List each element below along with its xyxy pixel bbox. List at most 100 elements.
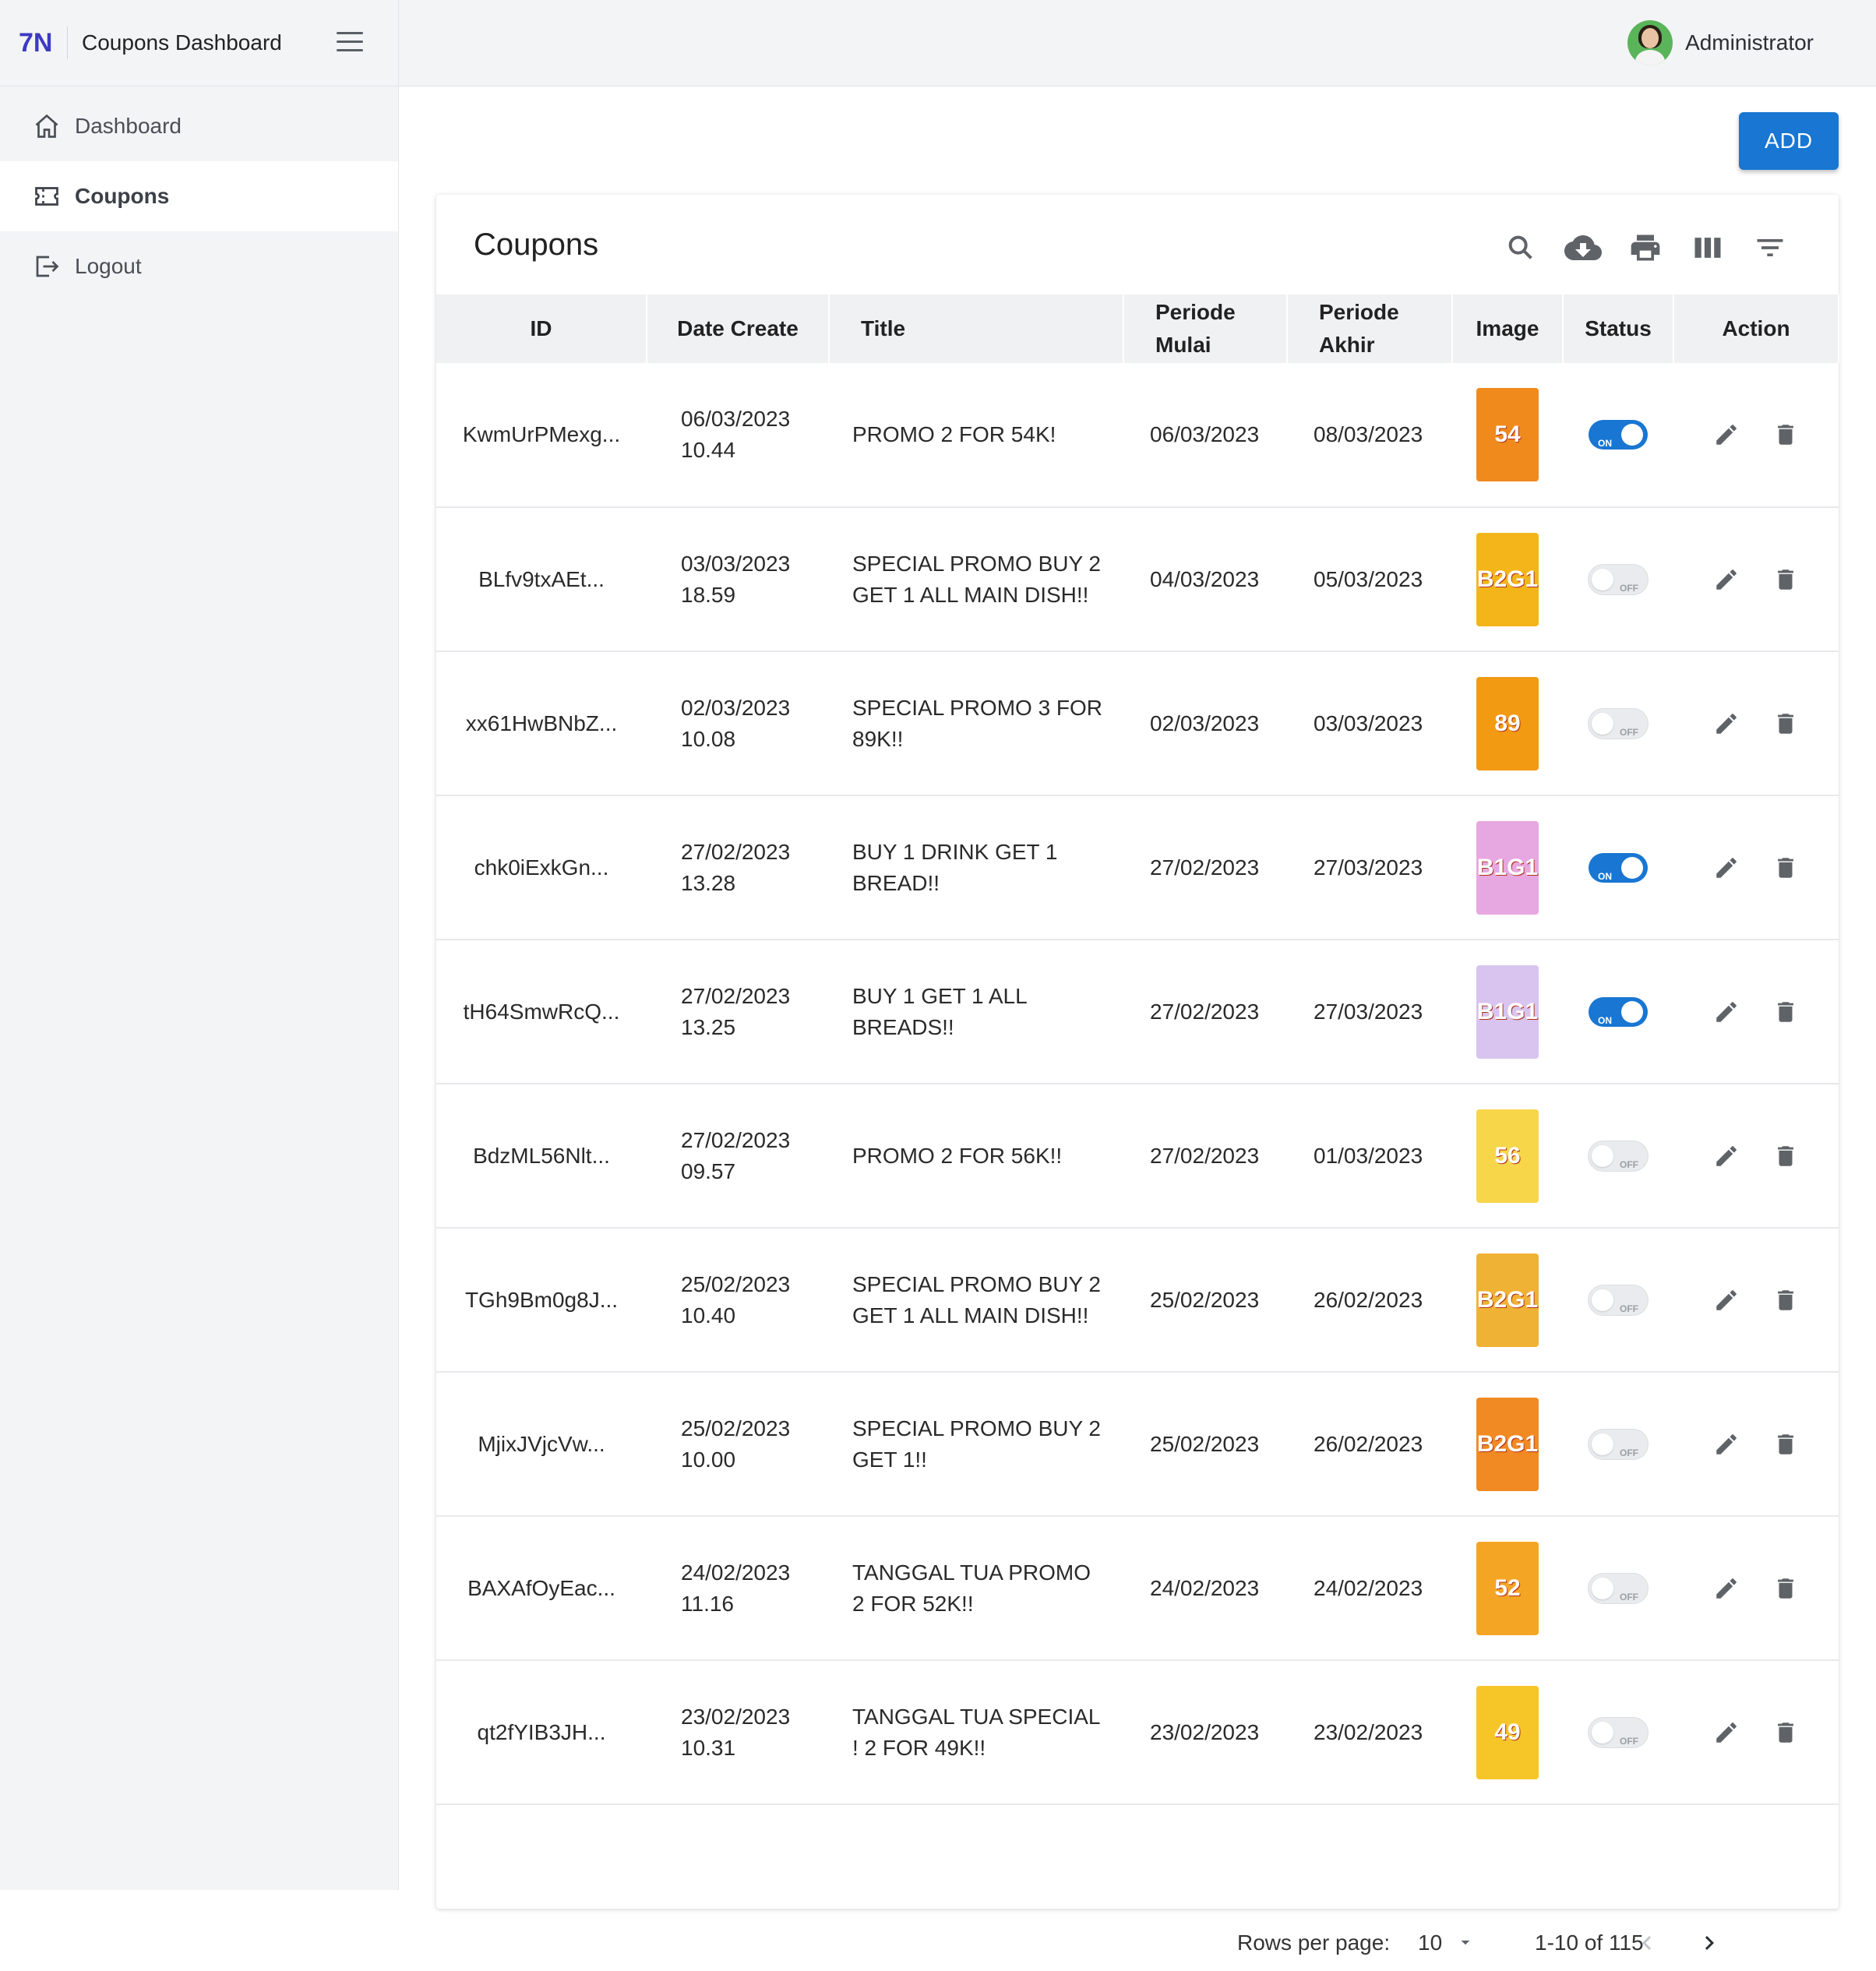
cell-periode-mulai: 25/02/2023 [1150, 1431, 1260, 1456]
cell-periode-mulai: 25/02/2023 [1150, 1287, 1260, 1312]
coupon-thumbnail[interactable]: 49 [1476, 1685, 1539, 1779]
coupon-thumbnail[interactable]: B1G1 [1476, 820, 1539, 915]
cell-status: ON [1563, 940, 1673, 1084]
cell-id: qt2fYIB3JH... [477, 1719, 606, 1744]
sidebar-item-logout[interactable]: Logout [0, 231, 398, 301]
cell-date-create: 02/03/2023 10.08 [681, 695, 791, 751]
column-header-periode-akhir[interactable]: Periode Akhir [1287, 294, 1453, 363]
logout-icon [31, 251, 62, 282]
add-button[interactable]: ADD [1739, 112, 1839, 170]
delete-icon[interactable] [1772, 1574, 1800, 1603]
status-toggle[interactable]: ON [1589, 996, 1648, 1027]
cloud-download-icon[interactable] [1561, 226, 1605, 270]
cell-status: OFF [1563, 1228, 1673, 1372]
edit-icon[interactable] [1712, 566, 1740, 594]
filter-list-icon[interactable] [1748, 226, 1792, 270]
cell-image: 52 [1452, 1516, 1563, 1660]
delete-icon[interactable] [1772, 566, 1800, 594]
avatar [1627, 20, 1673, 65]
status-toggle[interactable]: OFF [1588, 1716, 1649, 1748]
coupon-thumbnail[interactable]: 56 [1476, 1109, 1539, 1203]
edit-icon[interactable] [1712, 854, 1740, 882]
delete-icon[interactable] [1772, 1430, 1800, 1458]
delete-icon[interactable] [1772, 1142, 1800, 1170]
table-row: KwmUrPMexg... 06/03/2023 10.44 PROMO 2 FOR … [436, 363, 1839, 507]
delete-icon[interactable] [1772, 854, 1800, 882]
edit-icon[interactable] [1712, 710, 1740, 738]
brand-logo[interactable]: 7N [0, 28, 67, 58]
cell-action [1673, 940, 1839, 1084]
edit-icon[interactable] [1712, 1719, 1740, 1747]
delete-icon[interactable] [1772, 1719, 1800, 1747]
edit-icon[interactable] [1712, 998, 1740, 1026]
sidebar-item-coupons[interactable]: Coupons [0, 161, 398, 231]
edit-icon[interactable] [1712, 421, 1740, 449]
status-toggle[interactable]: OFF [1588, 707, 1649, 739]
coupon-thumbnail[interactable]: 52 [1476, 1541, 1539, 1635]
cell-periode-akhir: 03/03/2023 [1314, 710, 1423, 735]
pagination: Rows per page: 10 1-10 of 115 [436, 1916, 1839, 1971]
column-header-periode-mulai[interactable]: Periode Mulai [1123, 294, 1288, 363]
cell-image: 89 [1452, 651, 1563, 795]
status-toggle[interactable]: ON [1589, 420, 1648, 450]
coupon-thumbnail[interactable]: B2G1 [1476, 1253, 1539, 1347]
next-page-icon[interactable] [1695, 1929, 1723, 1962]
cell-id: chk0iExkGn... [474, 855, 609, 880]
cell-periode-akhir: 27/03/2023 [1314, 855, 1423, 880]
column-header-action: Action [1673, 294, 1839, 363]
column-header-id[interactable]: ID [436, 294, 647, 363]
ticket-icon [31, 181, 62, 212]
print-icon[interactable] [1624, 226, 1667, 270]
cell-id: tH64SmwRcQ... [463, 999, 620, 1024]
delete-icon[interactable] [1772, 998, 1800, 1026]
cell-date-create: 24/02/2023 11.16 [681, 1560, 791, 1616]
coupon-thumbnail[interactable]: B2G1 [1476, 532, 1539, 626]
coupon-thumbnail[interactable]: B2G1 [1476, 1397, 1539, 1491]
edit-icon[interactable] [1712, 1142, 1740, 1170]
edit-icon[interactable] [1712, 1286, 1740, 1314]
cell-title: SPECIAL PROMO BUY 2 GET 1 ALL MAIN DISH!… [852, 1271, 1101, 1328]
cell-id: BAXAfOyEac... [467, 1575, 615, 1600]
status-toggle[interactable]: OFF [1588, 563, 1649, 595]
delete-icon[interactable] [1772, 710, 1800, 738]
column-header-status[interactable]: Status [1563, 294, 1674, 363]
cell-title: PROMO 2 FOR 56K!! [852, 1143, 1063, 1168]
cell-id: BdzML56Nlt... [473, 1143, 610, 1168]
cell-status: OFF [1563, 651, 1673, 795]
coupon-thumbnail[interactable]: 54 [1476, 388, 1539, 481]
search-icon[interactable] [1499, 226, 1543, 270]
cell-date-create: 25/02/2023 10.00 [681, 1416, 791, 1472]
sidebar-item-dashboard[interactable]: Dashboard [0, 91, 398, 161]
status-toggle[interactable]: OFF [1588, 1284, 1649, 1316]
previous-page-icon[interactable] [1633, 1929, 1661, 1962]
table-row: TGh9Bm0g8J... 25/02/2023 10.40 SPECIAL PROM… [436, 1228, 1839, 1372]
cell-periode-mulai: 27/02/2023 [1150, 1143, 1260, 1168]
cell-periode-akhir: 23/02/2023 [1314, 1719, 1423, 1744]
column-header-image[interactable]: Image [1452, 294, 1564, 363]
edit-icon[interactable] [1712, 1430, 1740, 1458]
status-toggle[interactable]: OFF [1588, 1572, 1649, 1604]
edit-icon[interactable] [1712, 1574, 1740, 1603]
status-toggle[interactable]: OFF [1588, 1428, 1649, 1460]
user-menu[interactable]: Administrator [1627, 20, 1814, 65]
cell-title: BUY 1 DRINK GET 1 BREAD!! [852, 839, 1058, 895]
table-row: qt2fYIB3JH... 23/02/2023 10.31 TANGGAL TUA … [436, 1660, 1839, 1804]
column-header-title[interactable]: Title [829, 294, 1124, 363]
menu-toggle-icon[interactable] [337, 32, 363, 54]
rows-per-page-select[interactable]: 10 [1418, 1930, 1442, 1955]
delete-icon[interactable] [1772, 421, 1800, 449]
delete-icon[interactable] [1772, 1286, 1800, 1314]
status-toggle[interactable]: ON [1589, 852, 1648, 883]
cell-status: OFF [1563, 1660, 1673, 1804]
coupon-thumbnail[interactable]: 89 [1476, 676, 1539, 770]
view-column-icon[interactable] [1686, 226, 1730, 270]
cell-title: TANGGAL TUA PROMO 2 FOR 52K!! [852, 1560, 1091, 1616]
chevron-down-icon[interactable] [1455, 1932, 1476, 1958]
column-header-date-create[interactable]: Date Create [647, 294, 830, 363]
coupon-thumbnail[interactable]: B1G1 [1476, 964, 1539, 1059]
status-toggle[interactable]: OFF [1588, 1140, 1649, 1172]
rows-per-page-label: Rows per page: [1237, 1930, 1391, 1955]
cell-action [1673, 1228, 1839, 1372]
cell-date-create: 27/02/2023 09.57 [681, 1127, 791, 1183]
cell-periode-mulai: 27/02/2023 [1150, 999, 1260, 1024]
